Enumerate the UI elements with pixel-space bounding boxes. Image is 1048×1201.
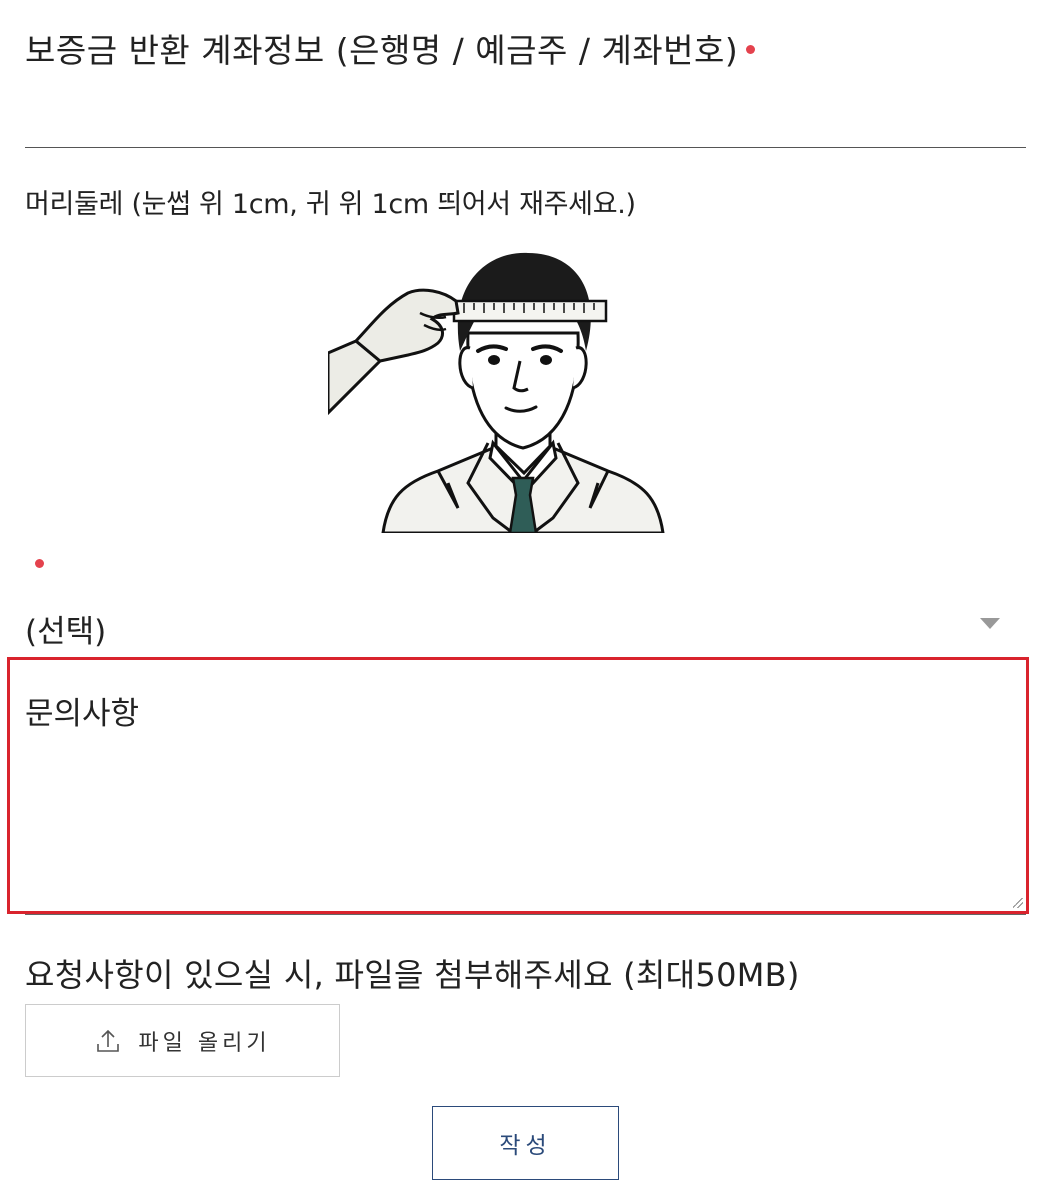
divider <box>25 914 1026 915</box>
inquiry-placeholder: 문의사항 <box>25 696 140 732</box>
bank-account-label: 보증금 반환 계좌정보 (은행명 / 예금주 / 계좌번호) <box>25 24 756 72</box>
file-upload-button-label: 파일 올리기 <box>138 1030 271 1056</box>
file-upload-button[interactable]: 파일 올리기 <box>25 1004 340 1077</box>
file-upload-label: 요청사항이 있으실 시, 파일을 첨부해주세요 (최대50MB) <box>25 956 800 994</box>
submit-button[interactable]: 작성 <box>432 1106 619 1180</box>
required-indicator <box>746 45 756 54</box>
bank-account-input[interactable] <box>25 96 1026 148</box>
chevron-down-icon <box>980 618 1000 629</box>
inquiry-textarea[interactable]: 문의사항 <box>7 657 1029 914</box>
resize-handle-icon[interactable] <box>1013 898 1023 908</box>
select-value: (선택) <box>25 614 107 650</box>
bank-account-label-text: 보증금 반환 계좌정보 (은행명 / 예금주 / 계좌번호) <box>25 31 739 70</box>
form-page: 보증금 반환 계좌정보 (은행명 / 예금주 / 계좌번호) 머리둘레 (눈썹 … <box>0 0 1048 1201</box>
upload-icon <box>97 1029 120 1052</box>
head-circumference-label: 머리둘레 (눈썹 위 1cm, 귀 위 1cm 띄어서 재주세요.) <box>25 189 636 220</box>
required-indicator <box>35 559 44 568</box>
head-measure-illustration <box>328 252 665 533</box>
head-size-select[interactable]: (선택) <box>25 600 1026 652</box>
